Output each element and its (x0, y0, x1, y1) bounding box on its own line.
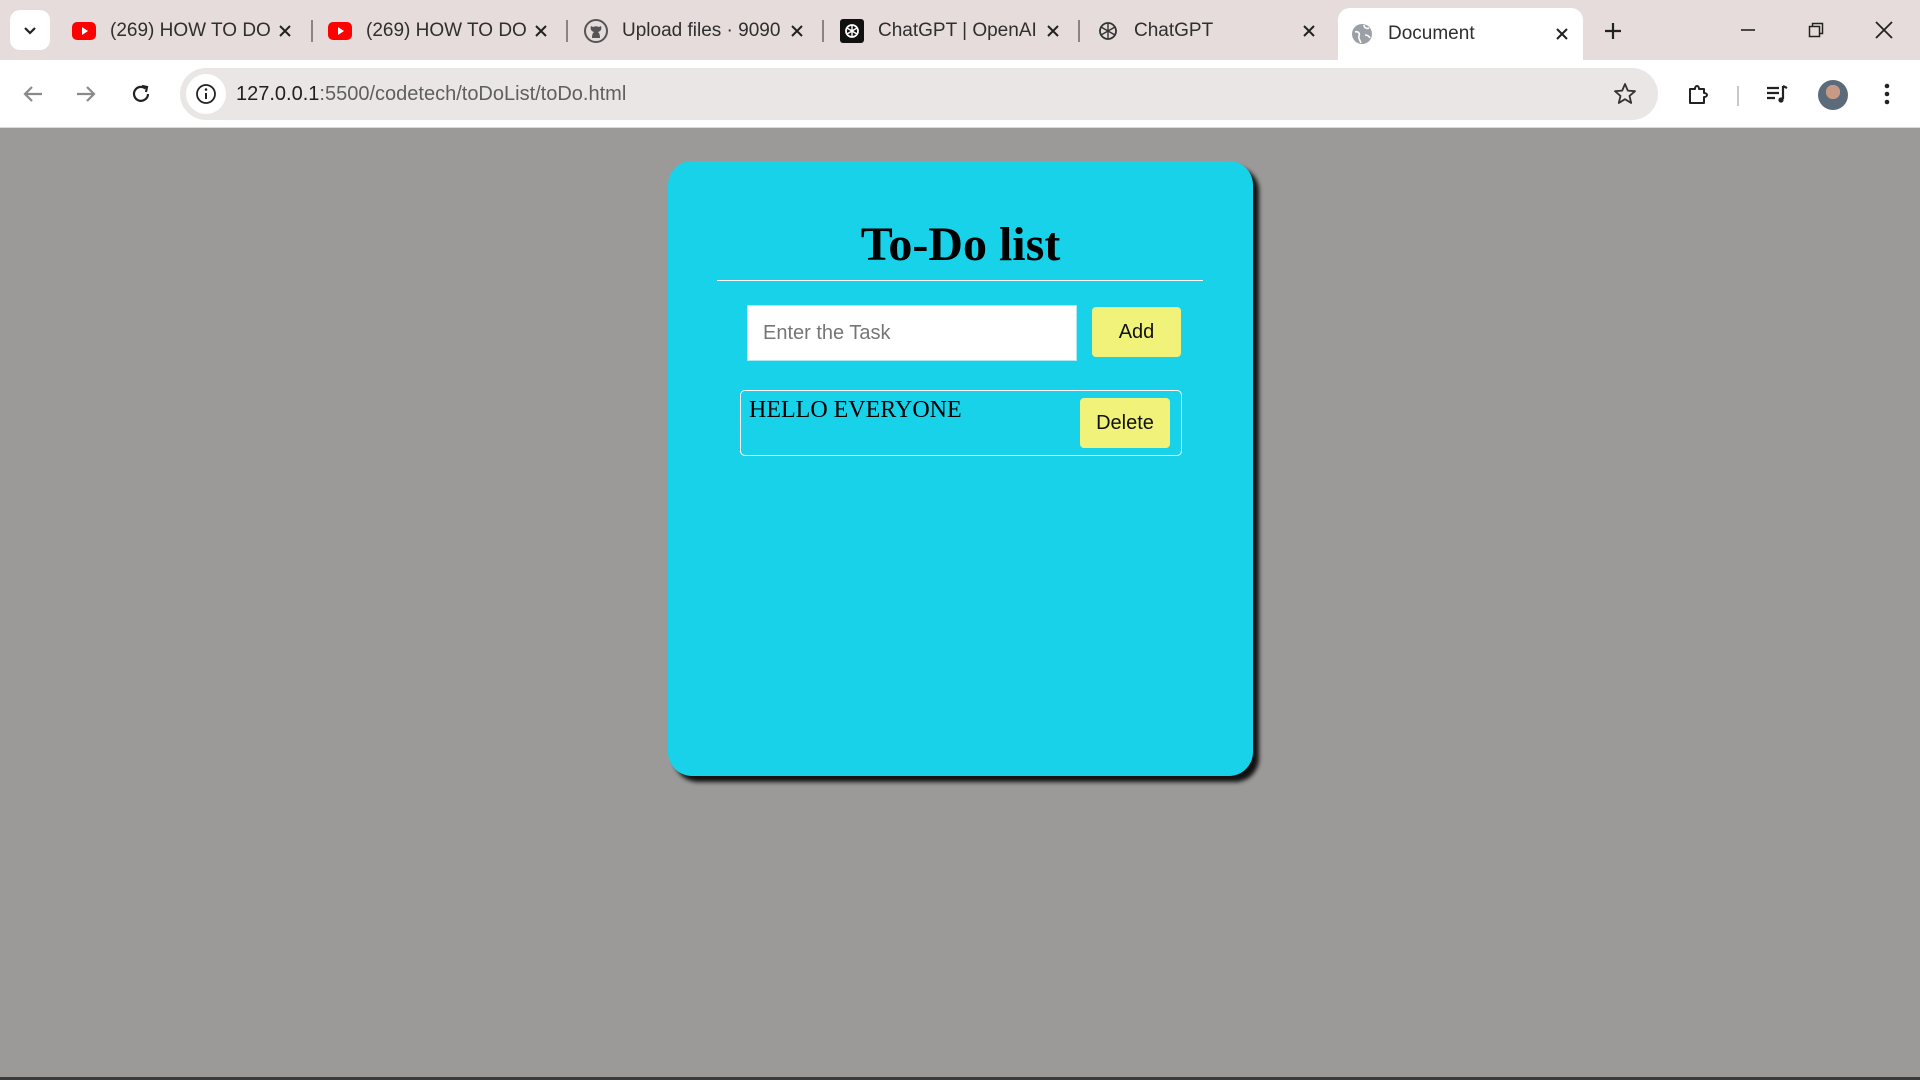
arrow-right-icon (77, 86, 96, 102)
youtube-icon (328, 19, 352, 43)
tab-strip: (269) HOW TO DO (269) HOW TO DO Upload f… (0, 0, 1920, 60)
tab-separator (566, 20, 568, 42)
title-divider (717, 280, 1203, 281)
close-icon[interactable] (1547, 19, 1577, 49)
tab-separator (311, 20, 313, 42)
restore-icon (1808, 22, 1824, 38)
github-icon (584, 19, 608, 43)
tab-github[interactable]: Upload files · 9090 (572, 8, 818, 54)
close-icon[interactable] (270, 16, 300, 46)
new-tab-button[interactable] (1595, 13, 1631, 49)
reload-button[interactable] (121, 74, 161, 114)
bookmark-star-icon[interactable] (1610, 79, 1640, 109)
forward-button[interactable] (66, 74, 106, 114)
tab-youtube-2[interactable]: (269) HOW TO DO (316, 8, 562, 54)
tab-title: (269) HOW TO DO (110, 20, 270, 41)
extensions-button[interactable] (1681, 76, 1717, 112)
task-text: HELLO EVERYONE (749, 397, 962, 423)
close-icon (1875, 21, 1893, 39)
add-button[interactable]: Add (1092, 307, 1181, 357)
plus-icon (1605, 23, 1621, 39)
tab-title: (269) HOW TO DO (366, 20, 526, 41)
tab-title: Upload files · 9090 (622, 20, 781, 41)
page-title: To-Do list (860, 218, 1061, 271)
close-icon[interactable] (782, 16, 812, 46)
tab-separator (1078, 20, 1080, 42)
url-host: 127.0.0.1 (236, 82, 320, 105)
url-text[interactable]: 127.0.0.1:5500/codetech/toDoList/toDo.ht… (236, 83, 626, 106)
todo-card: To-Do list Add HELLO EVERYONE Delete (668, 161, 1253, 776)
address-bar[interactable]: 127.0.0.1:5500/codetech/toDoList/toDo.ht… (180, 68, 1658, 120)
menu-button[interactable] (1869, 76, 1905, 112)
close-icon[interactable] (1038, 16, 1068, 46)
tab-title: ChatGPT | OpenAI (878, 20, 1037, 41)
url-path: :5500/codetech/toDoList/toDo.html (319, 82, 627, 105)
tab-separator (822, 20, 824, 42)
youtube-icon (72, 19, 96, 43)
close-icon[interactable] (526, 16, 556, 46)
site-info-icon[interactable] (186, 74, 226, 114)
tab-title: ChatGPT (1134, 20, 1214, 41)
media-control-button[interactable] (1759, 76, 1795, 112)
reload-icon (132, 84, 150, 102)
task-input[interactable] (747, 305, 1077, 361)
more-vertical-icon (1884, 83, 1890, 105)
chevron-down-icon (24, 27, 36, 35)
browser-toolbar: 127.0.0.1:5500/codetech/toDoList/toDo.ht… (0, 60, 1920, 128)
back-button[interactable] (13, 74, 53, 114)
chatgpt-icon (1096, 19, 1120, 43)
toolbar-divider (1737, 86, 1739, 106)
close-icon[interactable] (1294, 16, 1324, 46)
close-window-button[interactable] (1862, 10, 1906, 50)
restore-button[interactable] (1794, 10, 1838, 50)
tab-search-button[interactable] (10, 10, 50, 50)
globe-icon (1350, 22, 1374, 46)
delete-button[interactable]: Delete (1080, 398, 1170, 448)
task-list-item: HELLO EVERYONE Delete (740, 390, 1182, 456)
tab-title: Document (1388, 23, 1475, 44)
tab-youtube-1[interactable]: (269) HOW TO DO (60, 8, 306, 54)
minimize-button[interactable] (1726, 10, 1770, 50)
tab-openai[interactable]: ChatGPT | OpenAI (828, 8, 1074, 54)
minimize-icon (1741, 29, 1755, 31)
puzzle-icon (1689, 85, 1708, 104)
playlist-music-icon (1767, 85, 1788, 103)
profile-avatar[interactable] (1818, 80, 1848, 110)
tab-chatgpt[interactable]: ChatGPT (1084, 8, 1330, 54)
openai-icon (840, 19, 864, 43)
tab-document[interactable]: Document (1338, 8, 1583, 60)
arrow-left-icon (23, 86, 42, 102)
